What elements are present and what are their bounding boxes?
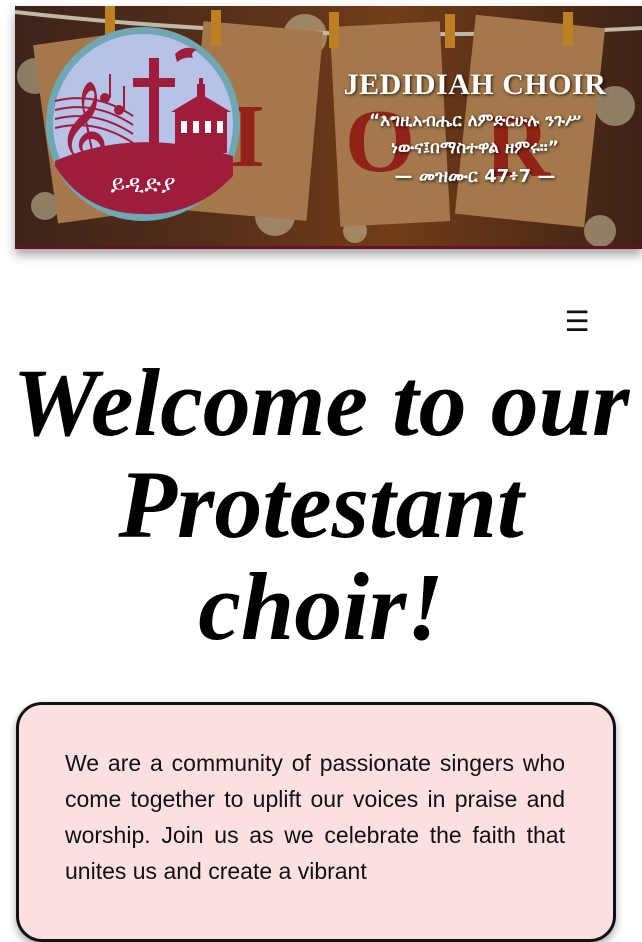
title-line-3: choir! bbox=[198, 553, 444, 660]
page-title: Welcome to our Protestant choir! bbox=[0, 352, 642, 658]
header-banner: I O R 𝄞 ይዲድያ JEDIDIAH CHOIR “እግዚአብሔር ለምድ… bbox=[15, 6, 642, 249]
verse-line-1: “እግዚአብሔር ለምድርሁሉ ንጉሥ bbox=[368, 111, 582, 131]
logo-text: ይዲድያ bbox=[111, 170, 176, 198]
choir-title: JEDIDIAH CHOIR bbox=[343, 68, 607, 101]
title-block: JEDIDIAH CHOIR “እግዚአብሔር ለምድርሁሉ ንጉሥ ነውና፤በ… bbox=[315, 68, 635, 187]
choir-logo[interactable]: 𝄞 ይዲድያ bbox=[46, 27, 240, 221]
verse-reference: — መዝሙር 47፥7 — bbox=[394, 166, 556, 187]
about-text: We are a community of passionate singers… bbox=[65, 750, 565, 884]
title-line-2: Protestant bbox=[118, 451, 524, 558]
hamburger-menu-icon[interactable]: ☰ bbox=[560, 305, 594, 339]
about-card: We are a community of passionate singers… bbox=[16, 702, 616, 942]
title-line-1: Welcome to our bbox=[12, 349, 630, 456]
verse-line-2: ነውና፤በማስተዋል ዘምሩ።” bbox=[391, 138, 559, 158]
